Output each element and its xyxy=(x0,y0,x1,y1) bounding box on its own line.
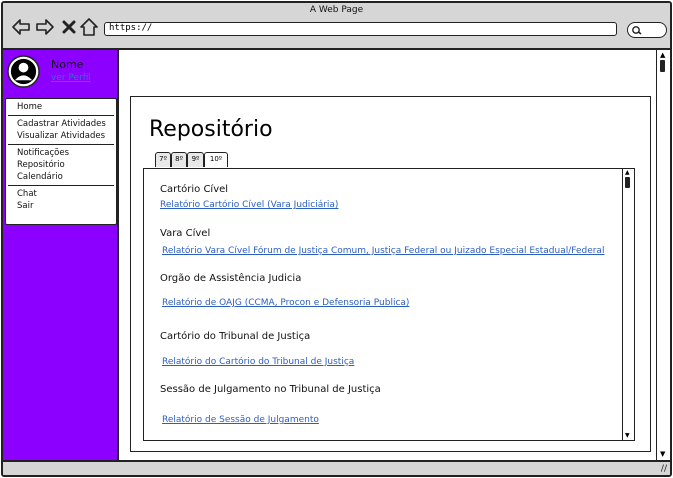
avatar-icon xyxy=(7,55,40,88)
tab-8[interactable]: 8º xyxy=(171,152,187,167)
page-scrollbar[interactable]: ▲ ▼ xyxy=(656,50,670,460)
section-heading: Sessão de Julgamento no Tribunal de Just… xyxy=(160,384,381,395)
menu-divider xyxy=(8,185,114,186)
report-link[interactable]: Relatório de Sessão de Julgamento xyxy=(162,415,319,425)
search-icon xyxy=(632,26,642,35)
address-bar[interactable]: https:// xyxy=(104,22,617,36)
sidebar-item-chat[interactable]: Chat xyxy=(6,188,116,200)
sidebar: Nome ver Perfil Home Cadastrar Atividade… xyxy=(3,50,119,460)
status-bar: // xyxy=(3,460,670,475)
page-title: Repositório xyxy=(149,117,273,142)
sidebar-item-notificacoes[interactable]: Notificações xyxy=(6,147,116,159)
report-link[interactable]: Relatório Cartório Cível (Vara Judiciári… xyxy=(160,200,338,210)
scroll-thumb[interactable] xyxy=(625,177,630,188)
section-heading: Cartório do Tribunal de Justiça xyxy=(160,331,311,342)
scroll-down-icon[interactable]: ▼ xyxy=(625,433,630,439)
tab-content: Cartório Cível Relatório Cartório Cível … xyxy=(143,168,635,441)
sidebar-item-visualizar-atividades[interactable]: Visualizar Atividades xyxy=(6,130,116,142)
search-box[interactable] xyxy=(627,22,667,38)
scroll-up-icon[interactable]: ▲ xyxy=(660,52,665,59)
menu-divider xyxy=(8,115,114,116)
scroll-up-icon[interactable]: ▲ xyxy=(625,170,630,176)
resize-grip-icon[interactable]: // xyxy=(661,464,667,474)
tab-7[interactable]: 7º xyxy=(155,152,171,167)
scroll-thumb[interactable] xyxy=(660,60,665,72)
report-link[interactable]: Relatório do Cartório do Tribunal de Jus… xyxy=(162,357,354,367)
tab-9[interactable]: 9º xyxy=(187,152,204,167)
forward-arrow-icon[interactable] xyxy=(35,17,55,37)
scroll-down-icon[interactable]: ▼ xyxy=(660,451,665,458)
section-heading: Orgão de Assistência Judicia xyxy=(160,273,302,284)
home-icon[interactable] xyxy=(79,17,99,37)
menu-divider xyxy=(8,144,114,145)
browser-toolbar: A Web Page https:// xyxy=(3,3,670,50)
sidebar-item-sair[interactable]: Sair xyxy=(6,200,116,212)
sidebar-item-cadastrar-atividades[interactable]: Cadastrar Atividades xyxy=(6,118,116,130)
window-title: A Web Page xyxy=(309,5,364,15)
sidebar-item-repositorio[interactable]: Repositório xyxy=(6,159,116,171)
sidebar-item-calendario[interactable]: Calendário xyxy=(6,171,116,183)
view-profile-link[interactable]: ver Perfil xyxy=(51,73,91,83)
content-scrollbar[interactable]: ▲ ▼ xyxy=(622,169,634,440)
tab-10[interactable]: 10º xyxy=(204,152,228,167)
user-name: Nome xyxy=(51,58,84,71)
close-x-icon[interactable] xyxy=(59,17,79,37)
sidebar-menu: Home Cadastrar Atividades Visualizar Ati… xyxy=(5,98,117,225)
report-link[interactable]: Relatório Vara Cível Fórum de Justiça Co… xyxy=(162,246,604,256)
report-link[interactable]: Relatório de OAJG (CCMA, Procon e Defens… xyxy=(162,298,409,308)
section-heading: Vara Cível xyxy=(160,228,211,239)
sidebar-item-home[interactable]: Home xyxy=(6,101,116,113)
user-block: Nome ver Perfil xyxy=(3,50,117,97)
back-arrow-icon[interactable] xyxy=(11,17,31,37)
section-heading: Cartório Cível xyxy=(160,184,229,195)
repository-panel: Repositório 7º 8º 9º 10º Cartório Cível … xyxy=(130,96,651,452)
